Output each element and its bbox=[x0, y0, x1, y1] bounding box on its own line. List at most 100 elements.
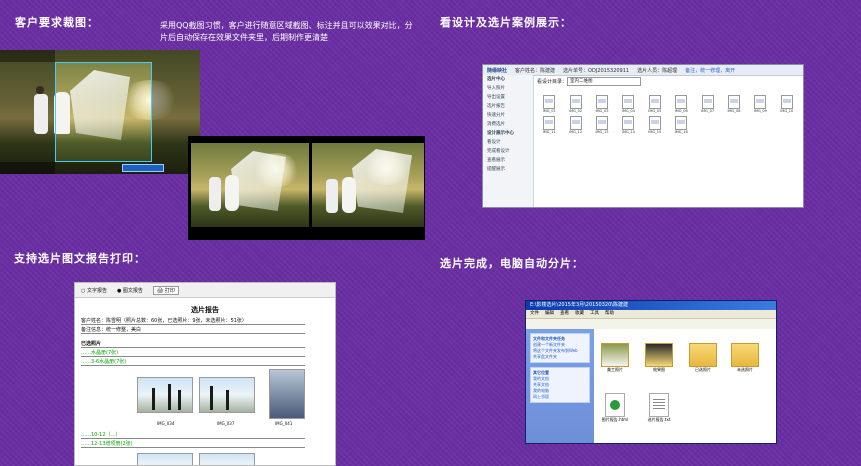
sidebar-item-1[interactable]: 导入照片 bbox=[483, 84, 533, 93]
explorer-title: E:\影楼选片\2015年3月\20150320\陈建建 bbox=[526, 301, 776, 310]
menu-file[interactable]: 文件 bbox=[530, 310, 539, 318]
viewer-order: 选片单号：ODJ2015320911 bbox=[563, 67, 630, 74]
sidebar-item-3[interactable]: 选片报告 bbox=[483, 102, 533, 111]
file-item[interactable]: IMG_14 bbox=[616, 116, 640, 134]
file-item[interactable]: IMG_11 bbox=[537, 116, 561, 134]
menu-tools[interactable]: 工具 bbox=[590, 310, 599, 318]
file-icon bbox=[569, 116, 582, 130]
file-icon bbox=[622, 116, 635, 130]
folder-item[interactable]: 未选照片 bbox=[730, 343, 760, 373]
explorer-window: E:\影楼选片\2015年3月\20150320\陈建建 文件 编辑 查看 收藏… bbox=[525, 300, 777, 444]
text-report-radio[interactable]: ○ 文字报告 bbox=[81, 287, 107, 294]
viewer-folder-select[interactable]: 室内二维图 bbox=[567, 77, 641, 86]
explorer-content: 美工照片 效果图 已选照片 未选照片 图片报告.html 选片报告.txt bbox=[594, 329, 776, 443]
sidebar-item-5[interactable]: 消费选片 bbox=[483, 120, 533, 129]
report-caption-3: IMG_041 bbox=[275, 421, 293, 426]
sidebar-item-9[interactable]: 查看展示 bbox=[483, 156, 533, 165]
design-viewer-window: 随缘映社 客户姓名：陈建建 选片单号：ODJ2015320911 选片人员：陈超… bbox=[482, 64, 804, 208]
file-item[interactable]: IMG_15 bbox=[643, 116, 667, 134]
image-report-radio[interactable]: ● 图文报告 bbox=[117, 287, 143, 294]
file-item[interactable]: IMG_16 bbox=[669, 116, 693, 134]
file-item[interactable]: 选片报告.txt bbox=[644, 393, 674, 423]
client-request-title: 客户要求裁图： bbox=[15, 16, 99, 29]
viewer-links[interactable]: 备注，统一修理，离开 bbox=[685, 67, 735, 74]
sidebar-item-6[interactable]: 设计展示中心 bbox=[483, 129, 533, 138]
file-item[interactable]: IMG_02 bbox=[563, 95, 587, 113]
report-caption-2: IMG_037 bbox=[217, 421, 235, 426]
explorer-task-pane: 文件和文件夹任务 创建一个新文件夹 将这个文件夹发布到Web 共享此文件夹 其它… bbox=[526, 329, 594, 443]
file-icon bbox=[595, 116, 608, 130]
sidebar-item-2[interactable]: 导出设置 bbox=[483, 93, 533, 102]
report-photo-1 bbox=[137, 377, 193, 413]
file-icon bbox=[648, 95, 661, 109]
menu-help[interactable]: 帮助 bbox=[605, 310, 614, 318]
sidebar-item-8[interactable]: 完成看设计 bbox=[483, 147, 533, 156]
file-item[interactable]: IMG_08 bbox=[722, 95, 746, 113]
report-selected-header: 已选照片 bbox=[81, 340, 305, 348]
file-icon bbox=[648, 116, 661, 130]
file-item[interactable]: 图片报告.html bbox=[600, 393, 630, 423]
folder-icon bbox=[731, 343, 759, 367]
file-item[interactable]: IMG_05 bbox=[643, 95, 667, 113]
report-photo-2 bbox=[199, 377, 255, 413]
sidebar-item-10[interactable]: 提醒展示 bbox=[483, 165, 533, 174]
file-icon bbox=[543, 116, 556, 130]
image-folder-icon bbox=[601, 343, 629, 367]
image-folder-icon bbox=[645, 343, 673, 367]
viewer-thumbnail-grid: IMG_01 IMG_02 IMG_03 IMG_04 IMG_05 IMG_0… bbox=[537, 95, 799, 134]
file-item[interactable]: IMG_09 bbox=[748, 95, 772, 113]
viewer-customer: 客户姓名：陈建建 bbox=[515, 67, 556, 74]
viewer-logo: 随缘映社 bbox=[487, 67, 508, 74]
file-item[interactable]: IMG_10 bbox=[775, 95, 799, 113]
place-network[interactable]: 网上邻居 bbox=[533, 394, 587, 400]
report-photo-4 bbox=[137, 453, 193, 465]
file-item[interactable]: IMG_06 bbox=[669, 95, 693, 113]
folder-item[interactable]: 已选照片 bbox=[688, 343, 718, 373]
crop-compare-photos bbox=[188, 136, 425, 240]
folder-item[interactable]: 美工照片 bbox=[600, 343, 630, 373]
design-showcase-title: 看设计及选片案例展示： bbox=[440, 16, 572, 29]
file-item[interactable]: IMG_12 bbox=[563, 116, 587, 134]
report-album-line: ……水晶册(7张) bbox=[81, 349, 305, 357]
file-icon bbox=[595, 95, 608, 109]
folder-item[interactable]: 效果图 bbox=[644, 343, 674, 373]
sidebar-item-0[interactable]: 选片中心 bbox=[483, 75, 533, 84]
file-icon bbox=[543, 95, 556, 109]
report-window: ○ 文字报告 ● 图文报告 🖨 打印 选片报告 客户姓名：陈雪明（照片总数：60… bbox=[74, 282, 336, 466]
file-icon bbox=[622, 95, 635, 109]
file-icon bbox=[780, 95, 793, 109]
sidebar-item-4[interactable]: 快速分片 bbox=[483, 111, 533, 120]
file-item[interactable]: IMG_01 bbox=[537, 95, 561, 113]
other-places-panel: 其它位置 我的文档 共享文档 我的电脑 网上邻居 bbox=[530, 367, 590, 403]
file-icon bbox=[675, 116, 688, 130]
viewer-sidebar: 选片中心 导入照片 导出设置 选片报告 快速分片 消费选片 设计展示中心 看设计… bbox=[483, 75, 534, 207]
report-title: 选片报告 bbox=[191, 306, 219, 314]
report-note-line: 备注信息：统一修整，美白 bbox=[81, 326, 305, 334]
report-print-title: 支持选片图文报告打印： bbox=[14, 252, 146, 265]
file-item[interactable]: IMG_07 bbox=[695, 95, 719, 113]
file-icon bbox=[754, 95, 767, 109]
viewer-staff: 选片人员：陈超理 bbox=[637, 67, 678, 74]
auto-split-title: 选片完成，电脑自动分片： bbox=[440, 257, 584, 270]
text-file-icon bbox=[649, 393, 669, 417]
file-icon bbox=[675, 95, 688, 109]
menu-favorites[interactable]: 收藏 bbox=[575, 310, 584, 318]
menu-edit[interactable]: 编辑 bbox=[545, 310, 554, 318]
file-icon bbox=[569, 95, 582, 109]
folder-icon bbox=[689, 343, 717, 367]
sidebar-item-7[interactable]: 看设计 bbox=[483, 138, 533, 147]
file-icon bbox=[701, 95, 714, 109]
html-file-icon bbox=[605, 393, 625, 417]
client-request-desc: 采用QQ截图习惯，客户进行随意区域截图、标注并且可以效果对比，分片后自动保存在效… bbox=[160, 21, 413, 42]
task-share[interactable]: 共享此文件夹 bbox=[533, 354, 587, 360]
file-item[interactable]: IMG_13 bbox=[590, 116, 614, 134]
file-item[interactable]: IMG_04 bbox=[616, 95, 640, 113]
print-button[interactable]: 🖨 打印 bbox=[152, 285, 179, 295]
crop-photo-main bbox=[0, 50, 200, 174]
report-customer-line: 客户姓名：陈雪明（照片总数：60张，已选照片：9张，未选照片：51张） bbox=[81, 317, 305, 325]
file-item[interactable]: IMG_03 bbox=[590, 95, 614, 113]
report-caption-1: IMG_034 bbox=[157, 421, 175, 426]
report-line-7: ……12-13增项册(2张) bbox=[81, 440, 305, 448]
menu-view[interactable]: 查看 bbox=[560, 310, 569, 318]
report-album-sub-line: ……3-6水晶册(7张) bbox=[81, 358, 305, 366]
